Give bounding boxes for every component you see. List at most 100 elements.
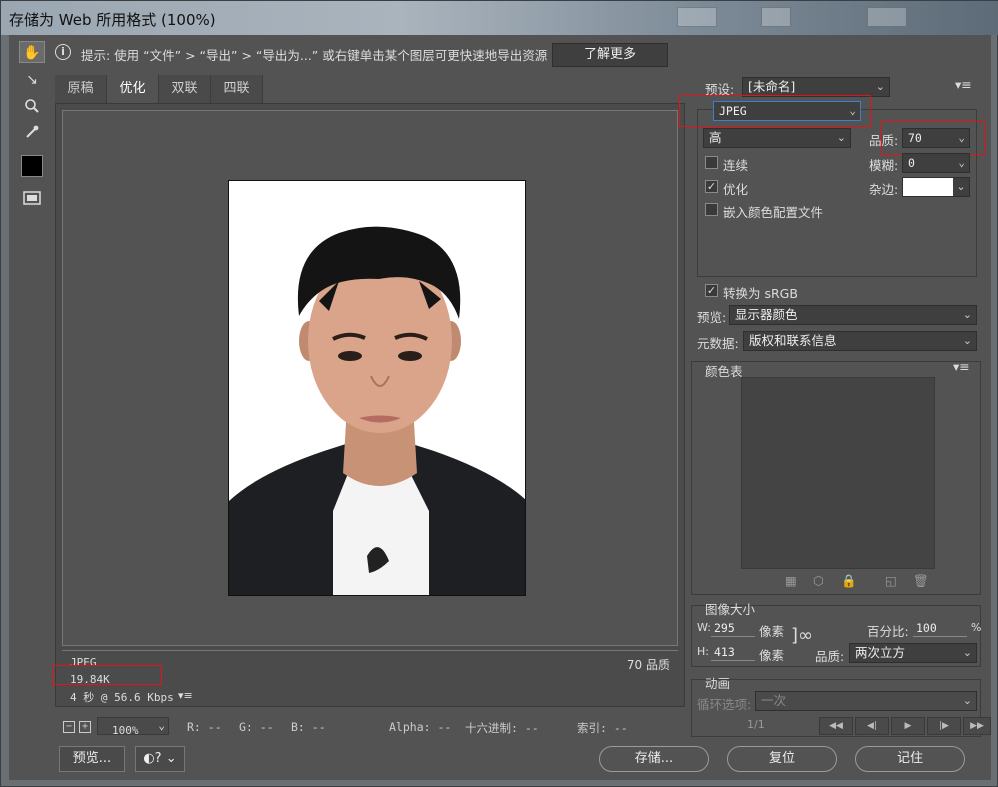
slice-select-icon[interactable]: ↘ — [19, 69, 45, 91]
optimized-checkbox[interactable]: ✓ — [705, 180, 718, 193]
preview-value: 显示器颜色 — [735, 307, 798, 322]
web-shift-icon[interactable]: ⬡ — [813, 573, 824, 588]
title-bar: 存储为 Web 所用格式 (100%) — [1, 1, 998, 35]
tab-optimized[interactable]: 优化 — [107, 75, 159, 103]
blur-input[interactable]: 0 ⌄ — [902, 153, 970, 173]
quality-highlight-box — [881, 121, 985, 155]
height-label: H: — [697, 645, 709, 658]
browser-icon: ◐? — [143, 751, 162, 766]
convert-srgb-checkbox[interactable]: ✓ — [705, 284, 718, 297]
zoom-icon[interactable] — [19, 95, 45, 117]
color-table-title: 颜色表 — [705, 364, 743, 379]
chevron-down-icon: ⌄ — [836, 131, 846, 144]
tab-2-up[interactable]: 双联 — [159, 75, 211, 103]
next-frame-button[interactable]: |▶ — [927, 717, 961, 735]
eyedropper-icon[interactable] — [19, 121, 45, 143]
hint-text: 提示: 使用 “文件” > “导出” > “导出为...” 或右键单击某个图层可… — [81, 48, 548, 63]
red-readout: R: -- — [187, 720, 222, 734]
background-window-icon — [867, 7, 907, 27]
animation-title: 动画 — [705, 676, 731, 691]
chevron-down-icon: ⌄ — [953, 178, 969, 196]
save-for-web-window: 存储为 Web 所用格式 (100%) ✋ ↘ i 提示: 使用 “文件” > … — [0, 0, 998, 787]
chevron-down-icon: ⌄ — [962, 308, 972, 321]
zoom-level-value: 100% — [112, 724, 139, 737]
preview-area: JPEG 19.84K 4 秒 @ 56.6 Kbps ▾≡ 70 品质 — [55, 103, 685, 707]
tab-original[interactable]: 原稿 — [55, 75, 107, 103]
trash-icon[interactable]: 🗑 — [913, 573, 929, 589]
resample-quality-value: 两次立方 — [855, 645, 906, 660]
background-window-icon — [761, 7, 791, 27]
preview-button[interactable]: 预览... — [59, 746, 125, 772]
alpha-readout: Alpha: -- — [389, 720, 452, 734]
new-color-icon[interactable]: ◱ — [885, 573, 897, 588]
reset-button[interactable]: 复位 — [727, 746, 837, 772]
learn-more-button[interactable]: 了解更多 — [552, 43, 668, 67]
image-quality-info: 70 品质 — [626, 658, 670, 672]
embed-profile-checkbox[interactable] — [705, 203, 718, 216]
frame-counter: 1/1 — [747, 718, 765, 731]
info-icon: i — [55, 44, 71, 60]
dialog-body: ✋ ↘ i 提示: 使用 “文件” > “导出” > “导出为...” 或右键单… — [9, 35, 991, 780]
height-input[interactable]: 413 — [711, 643, 755, 661]
zoom-in-button[interactable]: + — [79, 721, 91, 733]
blur-value: 0 — [908, 156, 915, 170]
percent-label: 百分比: — [867, 624, 909, 639]
status-bar: − + 100% ⌄ R: -- G: -- B: -- Alpha: -- 十六… — [55, 715, 685, 739]
width-input[interactable]: 295 — [711, 619, 755, 637]
progressive-checkbox[interactable] — [705, 156, 718, 169]
percent-input[interactable]: 100 — [913, 619, 967, 637]
convert-srgb-label: 转换为 sRGB — [723, 286, 798, 301]
metadata-value: 版权和联系信息 — [749, 333, 837, 348]
play-button[interactable]: ▶ — [891, 717, 925, 735]
metadata-label: 元数据: — [697, 336, 739, 351]
background-window-icon — [677, 7, 717, 27]
download-speed-menu-icon[interactable]: ▾≡ — [178, 689, 193, 702]
index-readout: 索引: -- — [577, 721, 628, 735]
chevron-down-icon: ⌄ — [962, 646, 972, 659]
constrain-proportions-icon[interactable]: ]∞ — [791, 625, 813, 646]
previous-frame-button[interactable]: ◀| — [855, 717, 889, 735]
remember-button[interactable]: 记住 — [855, 746, 965, 772]
loop-options-select[interactable]: 一次 ⌄ — [755, 691, 977, 711]
embed-profile-label: 嵌入颜色配置文件 — [723, 205, 824, 220]
preset-value: [未命名] — [748, 79, 796, 94]
zoom-out-button[interactable]: − — [63, 721, 75, 733]
last-frame-button[interactable]: ▶▶ — [963, 717, 991, 735]
preview-select[interactable]: 显示器颜色 ⌄ — [729, 305, 977, 325]
toggle-slices-icon[interactable] — [19, 187, 45, 209]
width-unit: 像素 — [759, 624, 785, 639]
download-time: 4 秒 @ 56.6 Kbps — [70, 691, 174, 704]
chevron-down-icon: ⌄ — [165, 751, 177, 766]
browser-preview-select[interactable]: ◐? ⌄ — [135, 746, 185, 772]
tab-4-up[interactable]: 四联 — [211, 75, 263, 103]
color-table-grid[interactable] — [741, 377, 935, 569]
chevron-down-icon: ⌄ — [875, 80, 885, 93]
hand-icon[interactable]: ✋ — [19, 41, 45, 63]
quality-level-select[interactable]: 高 ⌄ — [703, 128, 851, 148]
format-highlight-box — [679, 95, 871, 127]
resample-quality-label: 品质: — [815, 649, 845, 664]
eyedropper-color-swatch[interactable] — [21, 155, 43, 177]
lock-icon[interactable]: 🔒 — [841, 573, 857, 589]
preset-select[interactable]: [未命名] ⌄ — [742, 77, 890, 97]
loop-options-label: 循环选项: — [697, 697, 752, 712]
zoom-level-select[interactable]: 100% ⌄ — [97, 717, 169, 737]
save-button[interactable]: 存储... — [599, 746, 709, 772]
panel-menu-icon[interactable]: ▾≡ — [955, 77, 972, 92]
file-size-highlight-box — [52, 665, 162, 685]
percent-unit: % — [971, 621, 982, 634]
green-readout: G: -- — [239, 720, 274, 734]
preview-label: 预览: — [697, 310, 727, 325]
metadata-select[interactable]: 版权和联系信息 ⌄ — [743, 331, 977, 351]
preview-canvas[interactable] — [62, 110, 678, 646]
chevron-down-icon: ⌄ — [962, 694, 972, 707]
first-frame-button[interactable]: ◀◀ — [819, 717, 853, 735]
quality-level-value: 高 — [709, 130, 722, 145]
resample-quality-select[interactable]: 两次立方 ⌄ — [849, 643, 977, 663]
matte-label: 杂边: — [869, 182, 899, 197]
matte-color-select[interactable]: ⌄ — [902, 177, 970, 197]
loop-options-value: 一次 — [761, 693, 787, 708]
chevron-down-icon: ⌄ — [962, 334, 972, 347]
color-table-menu-icon[interactable]: ▾≡ — [953, 359, 970, 374]
map-transparent-icon[interactable]: ▦ — [785, 573, 797, 588]
